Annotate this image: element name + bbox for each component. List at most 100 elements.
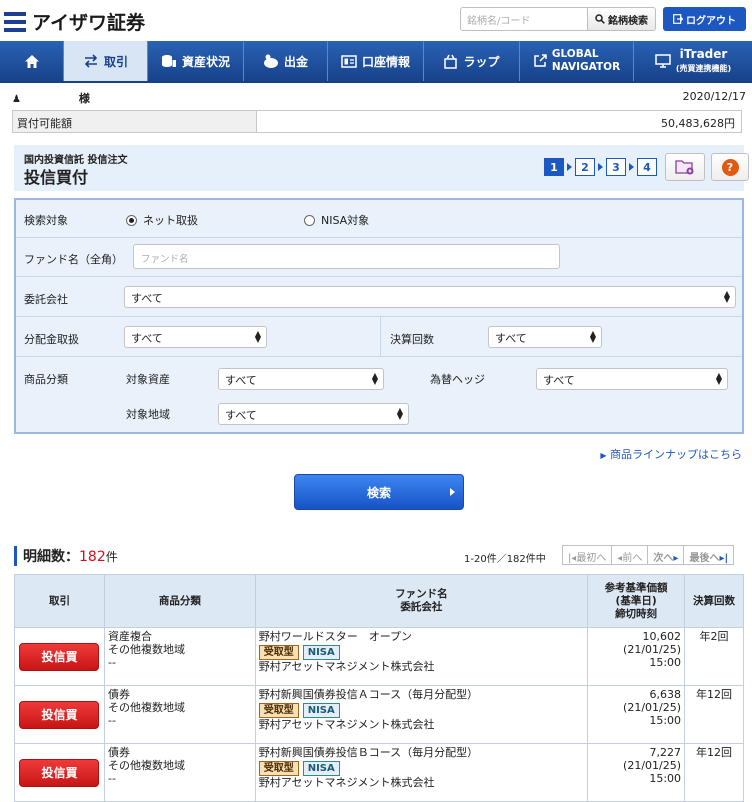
select-caret-icon: ▲ ▼: [589, 329, 597, 344]
select-caret-icon: ▲ ▼: [723, 289, 731, 304]
buy-button[interactable]: 投信買: [19, 701, 100, 729]
col-fund-line1: ファンド名: [395, 588, 448, 600]
fund-name: 野村新興国債券投信Ａコース（毎月分配型）: [258, 688, 479, 701]
cutoff-time: 15:00: [649, 656, 682, 669]
hedge-label: 為替ヘッジ: [430, 373, 485, 386]
trade-cell: 投信買: [14, 743, 105, 802]
fund-name: 野村新興国債券投信Ｂコース（毎月分配型）: [258, 746, 479, 759]
row-divider: [380, 317, 381, 356]
company-select[interactable]: すべて ▲ ▼: [124, 286, 736, 308]
radio-net[interactable]: ネット取扱: [126, 212, 198, 228]
nav-account-label: 口座情報: [361, 54, 410, 69]
play-arrow-icon: [450, 488, 455, 496]
dividend-select[interactable]: すべて ▲ ▼: [124, 326, 267, 348]
fund-cell: 野村新興国債券投信Ｂコース（毎月分配型） 受取型 NISA 野村アセットマネジメント株…: [254, 743, 589, 802]
nav-assets[interactable]: 資産状況: [148, 41, 244, 81]
category-region: その他複数地域: [107, 759, 185, 772]
fund-row: ファンド名（全角） ファンド名: [16, 238, 742, 277]
buy-button[interactable]: 投信買: [19, 643, 100, 671]
search-form: 検索対象 ネット取扱 NISA対象 ファンド名（全角） ファンド名 委託会社 す…: [14, 198, 744, 434]
result-count-unit: 件: [105, 550, 118, 564]
nav-itrader[interactable]: iTrader (売買連携機能): [634, 41, 752, 81]
col-fund-line2: 委託会社: [400, 601, 443, 613]
pager-next[interactable]: 次へ▸: [647, 545, 685, 565]
symbol-search-label: 銘柄検索: [608, 15, 648, 27]
base-date: (21/01/25): [623, 701, 682, 714]
col-price-line3: 締切時刻: [615, 607, 658, 620]
select-caret-icon: ▲ ▼: [371, 371, 379, 386]
nav-wrap[interactable]: ラップ: [424, 41, 520, 81]
base-date: (21/01/25): [623, 759, 682, 772]
cutoff-time: 15:00: [649, 714, 682, 727]
hedge-select[interactable]: すべて ▲ ▼: [536, 368, 728, 390]
lineup-link[interactable]: ▶ 商品ラインナップはこちら: [600, 446, 742, 462]
fund-name-input[interactable]: ファンド名: [133, 244, 560, 269]
results-table: 取引 商品分類 ファンド名 委託会社 参考基準価額 (基準日) 締切時刻 決算回数 投…: [14, 574, 744, 802]
dividend-label: 分配金取扱: [24, 333, 79, 346]
nav-global-line1: GLOBAL: [551, 48, 599, 60]
category-asset: 債券: [107, 688, 130, 701]
col-price-line2: (基準日): [615, 594, 657, 607]
nav-trade[interactable]: 取引: [64, 41, 148, 81]
search-button-label: 検索: [366, 485, 391, 500]
col-price-line1: 参考基準価額: [604, 581, 668, 594]
logo[interactable]: アイザワ証券: [4, 8, 145, 35]
nav-global-navigator-label: GLOBAL NAVIGATOR: [552, 48, 620, 74]
region-select[interactable]: すべて ▲ ▼: [218, 403, 409, 425]
pager-first[interactable]: |◂最初へ: [562, 545, 613, 565]
radio-nisa[interactable]: NISA対象: [304, 212, 369, 228]
logo-mark-icon: [4, 11, 26, 32]
step-arrow-icon: [629, 163, 634, 171]
table-row: 投信買 債券 その他複数地域 -- 野村新興国債券投信Ｂコース（毎月分配型） 受取型 N…: [14, 743, 744, 802]
fund-label: ファンド名（全角）: [24, 253, 123, 266]
receive-type-badge: 受取型: [258, 645, 299, 660]
radio-nisa-label: NISA対象: [321, 214, 370, 227]
buy-button[interactable]: 投信買: [19, 759, 100, 787]
nav-wrap-label: ラップ: [463, 54, 500, 69]
pager-first-label: 最初へ: [576, 553, 607, 564]
main-nav: 取引 資産状況 出金 口座情報 ラップ GLOBAL NAVIGATOR iTra…: [0, 41, 752, 83]
cutoff-time: 15:00: [649, 772, 682, 785]
price-cell: 7,227 (21/01/25) 15:00: [587, 743, 686, 802]
company-select-value: すべて: [131, 292, 163, 305]
logout-button[interactable]: ログアウト: [663, 7, 746, 31]
fund-company: 野村アセットマネジメント株式会社: [258, 660, 435, 673]
monitor-icon: [655, 54, 671, 68]
folder-button[interactable]: [665, 153, 705, 181]
target-label: 検索対象: [24, 214, 68, 227]
result-count-number: 182: [79, 549, 106, 565]
header: アイザワ証券 銘柄名/コード 銘柄検索 ログアウト: [0, 0, 752, 40]
price-cell: 10,602 (21/01/25) 15:00: [587, 627, 686, 686]
logout-label: ログアウト: [686, 15, 736, 27]
pager-prev[interactable]: ◂前へ: [611, 545, 649, 565]
nav-account[interactable]: 口座情報: [328, 41, 424, 81]
col-fund: ファンド名 委託会社: [254, 574, 589, 628]
search-button[interactable]: 検索: [294, 474, 464, 510]
category-extra: --: [107, 714, 116, 727]
logo-text: アイザワ証券: [32, 12, 146, 34]
symbol-search-button[interactable]: 銘柄検索: [588, 7, 656, 31]
pager-last[interactable]: 最後へ▸|: [683, 545, 735, 565]
table-row: 投信買 資産複合 その他複数地域 -- 野村ワールドスター オープン 受取型 NISA 野…: [14, 627, 744, 686]
fund-company: 野村アセットマネジメント株式会社: [258, 776, 435, 789]
nav-global-navigator[interactable]: GLOBAL NAVIGATOR: [520, 41, 634, 81]
user-icon: ♟: [12, 94, 21, 105]
step-indicator: 1 2 3 4: [544, 158, 657, 176]
asset-select[interactable]: すべて ▲ ▼: [218, 368, 384, 390]
withdraw-icon: [263, 54, 278, 68]
settle-label: 決算回数: [390, 333, 434, 346]
results-header: 明細数：182件 1-20件／182件中 |◂最初へ ◂前へ 次へ▸ 最後へ▸|: [14, 544, 744, 568]
category-asset: 債券: [107, 746, 130, 759]
trade-cell: 投信買: [14, 627, 105, 686]
pager: |◂最初へ ◂前へ 次へ▸ 最後へ▸|: [562, 545, 735, 565]
company-label: 委託会社: [24, 293, 68, 306]
symbol-search-input[interactable]: 銘柄名/コード: [460, 7, 588, 31]
select-caret-icon: ▲ ▼: [715, 371, 723, 386]
settle-select[interactable]: すべて ▲ ▼: [488, 326, 602, 348]
region-select-value: すべて: [225, 409, 257, 422]
balance-label: 買付可能額: [13, 111, 257, 132]
current-date: 2020/12/17: [682, 90, 746, 103]
help-button[interactable]: ?: [711, 153, 749, 181]
nav-withdraw[interactable]: 出金: [244, 41, 328, 81]
nav-home[interactable]: [0, 41, 64, 81]
